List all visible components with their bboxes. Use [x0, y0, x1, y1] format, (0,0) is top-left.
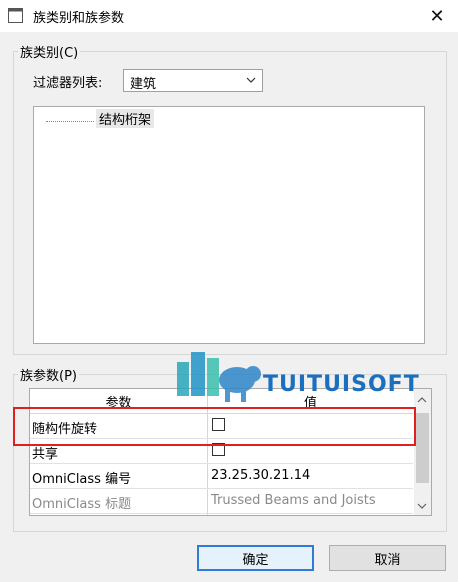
row-name-omniclass-title: OmniClass 标题	[32, 497, 132, 512]
close-button[interactable]: ✕	[416, 0, 458, 32]
omniclass-title-value: Trussed Beams and Joists	[211, 493, 376, 508]
tree-connector	[46, 121, 94, 122]
watermark-logo-icon	[177, 352, 261, 402]
category-tree[interactable]: 结构桁架	[33, 106, 425, 344]
filter-list-label: 过滤器列表:	[33, 76, 103, 91]
row-name-omniclass-number: OmniClass 编号	[32, 472, 132, 487]
omniclass-number-value[interactable]: 23.25.30.21.14	[211, 468, 310, 483]
close-icon: ✕	[429, 5, 445, 27]
cancel-button[interactable]: 取消	[329, 545, 446, 571]
scrollbar-thumb[interactable]	[416, 413, 429, 483]
scroll-down-icon[interactable]	[417, 501, 427, 511]
tree-item-structural-truss[interactable]: 结构桁架	[96, 109, 155, 128]
filter-list-value: 建筑	[130, 77, 157, 92]
window-title: 族类别和族参数	[33, 11, 125, 26]
watermark: TUITUISOFT	[175, 348, 419, 418]
app-icon	[8, 8, 23, 23]
table-row[interactable]: OmniClass 编号 23.25.30.21.14	[30, 464, 413, 489]
ok-button[interactable]: 确定	[197, 545, 314, 571]
family-category-label: 族类别(C)	[18, 42, 81, 61]
family-parameters-label: 族参数(P)	[18, 365, 79, 384]
filter-list-select[interactable]: 建筑	[123, 69, 263, 92]
title-bar: 族类别和族参数 ✕	[0, 0, 458, 32]
table-row: OmniClass 标题 Trussed Beams and Joists	[30, 489, 413, 514]
grid-scrollbar[interactable]	[414, 389, 431, 515]
chevron-down-icon	[246, 77, 256, 83]
watermark-text: TUITUISOFT	[263, 372, 420, 397]
